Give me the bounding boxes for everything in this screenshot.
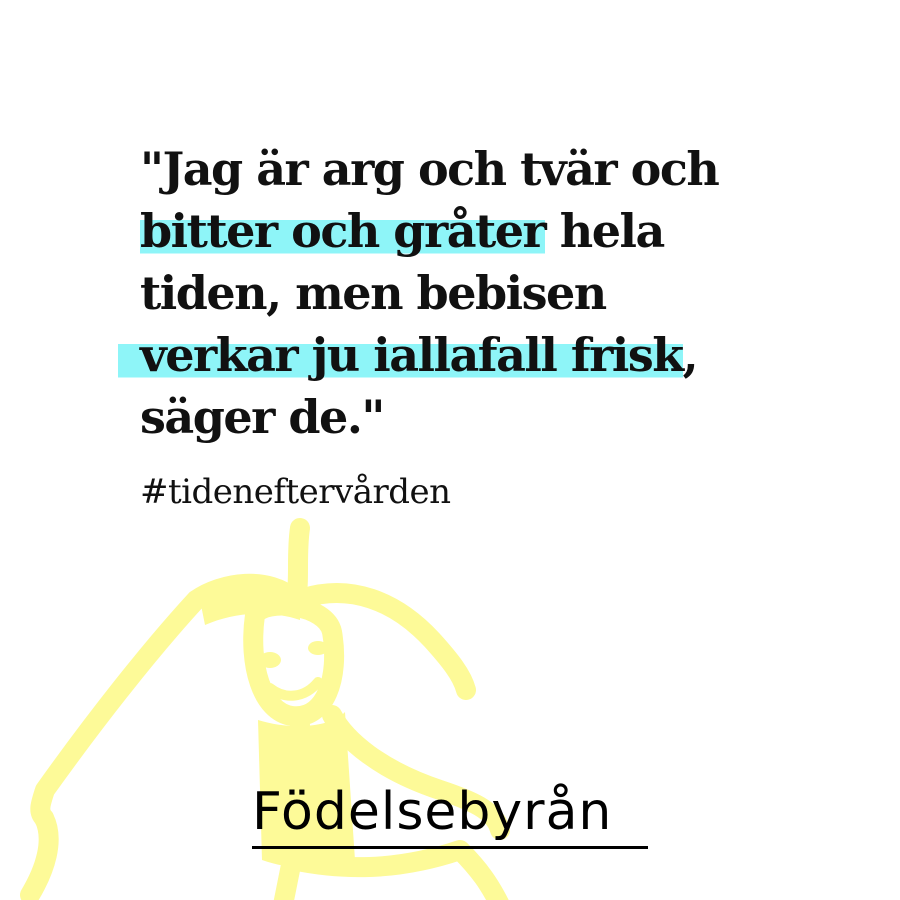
hashtag: #tideneftervården bbox=[140, 472, 451, 512]
quote-line-2: bitter och gråter hela bbox=[140, 200, 820, 262]
quote-line-3: tiden, men bebisen bbox=[140, 262, 820, 324]
quote-line-text: säger de." bbox=[140, 390, 385, 444]
quote-line-4: verkar ju iallafall frisk, bbox=[118, 324, 820, 386]
logo-underline bbox=[252, 846, 648, 849]
quote-text: "Jag är arg och tvär och bitter och gråt… bbox=[118, 138, 820, 448]
quote-line-5: säger de." bbox=[140, 386, 820, 448]
doodle-left-leg bbox=[20, 808, 59, 900]
quote-line-1: "Jag är arg och tvär och bbox=[140, 138, 820, 200]
doodle-right-eye bbox=[308, 641, 328, 655]
quote-highlight: bitter och gråter bbox=[140, 204, 547, 258]
quote-line-text: "Jag är arg och tvär och bbox=[140, 142, 720, 196]
child-doodle-illustration bbox=[20, 518, 510, 900]
brand-logo: Födelsebyrån bbox=[252, 782, 613, 842]
quote-highlight: verkar ju iallafall frisk bbox=[118, 328, 684, 382]
quote-line-text: hela bbox=[545, 204, 666, 258]
doodle-left-eye bbox=[259, 652, 281, 668]
doodle-mouth bbox=[265, 677, 323, 701]
quote-line-text: tiden, men bebisen bbox=[140, 266, 607, 320]
quote-card: "Jag är arg och tvär och bitter och gråt… bbox=[0, 0, 900, 900]
quote-line-text: , bbox=[682, 328, 699, 382]
